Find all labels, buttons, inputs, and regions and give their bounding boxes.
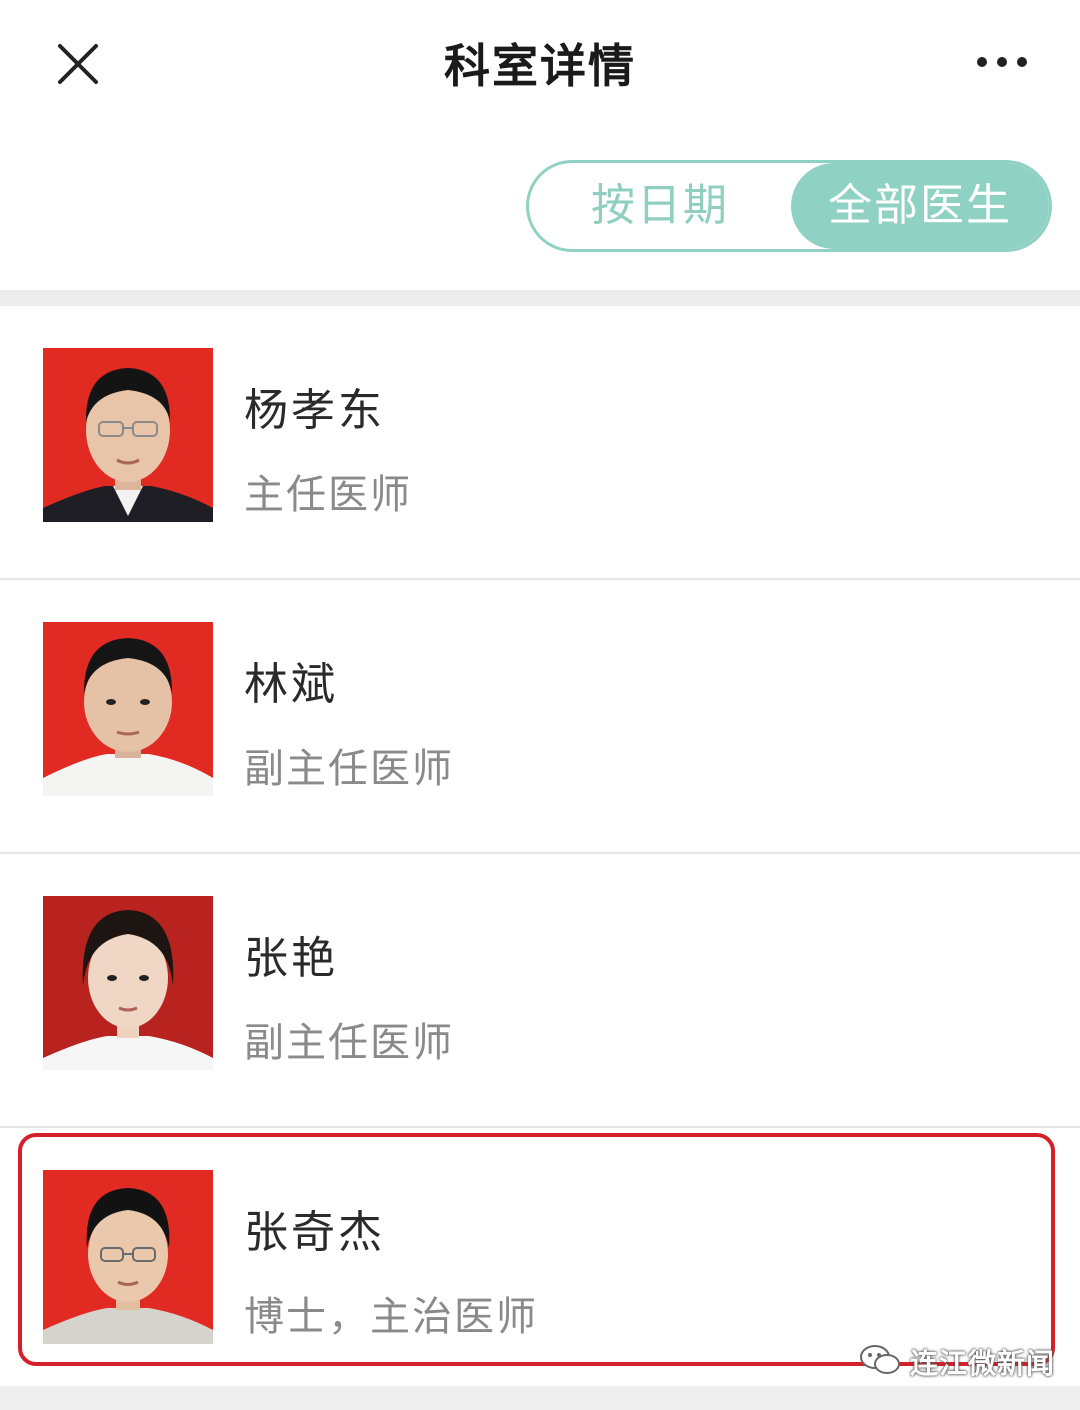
doctor-name: 张奇杰 bbox=[244, 1207, 385, 1258]
toggle-all-doctors[interactable]: 全部医生 bbox=[791, 163, 1049, 249]
wechat-icon bbox=[858, 1343, 902, 1381]
toggle-by-date[interactable]: 按日期 bbox=[529, 163, 791, 249]
watermark-text: 连江微新闻 bbox=[910, 1347, 1056, 1380]
doctor-title: 主任医师 bbox=[244, 472, 412, 518]
filter-bar: 按日期 全部医生 bbox=[0, 125, 1080, 290]
nav-bar: 科室详情 bbox=[0, 0, 1080, 125]
doctor-list: 杨孝东 主任医师 林斌 副主任医师 张艳 副主任医师 张奇杰 博士，主治医师 bbox=[0, 306, 1080, 1402]
more-icon[interactable] bbox=[970, 44, 1034, 80]
doctor-name: 林斌 bbox=[244, 659, 338, 710]
doctor-row[interactable]: 张艳 副主任医师 bbox=[0, 854, 1080, 1128]
watermark: 连江微新闻 bbox=[858, 1340, 1055, 1384]
bottom-divider bbox=[0, 1386, 1080, 1410]
doctor-name: 杨孝东 bbox=[244, 385, 385, 436]
doctor-row[interactable]: 杨孝东 主任医师 bbox=[0, 306, 1080, 580]
doctor-title: 副主任医师 bbox=[244, 1020, 454, 1066]
doctor-title: 博士，主治医师 bbox=[244, 1294, 538, 1340]
page-title: 科室详情 bbox=[444, 39, 636, 93]
section-divider bbox=[0, 290, 1080, 306]
doctor-photo bbox=[43, 622, 213, 796]
doctor-name: 张艳 bbox=[244, 933, 338, 984]
doctor-photo bbox=[43, 1170, 213, 1344]
doctor-title: 副主任医师 bbox=[244, 746, 454, 792]
view-toggle: 按日期 全部医生 bbox=[526, 160, 1052, 252]
doctor-photo bbox=[43, 896, 213, 1070]
doctor-row[interactable]: 林斌 副主任医师 bbox=[0, 580, 1080, 854]
doctor-photo bbox=[43, 348, 213, 522]
